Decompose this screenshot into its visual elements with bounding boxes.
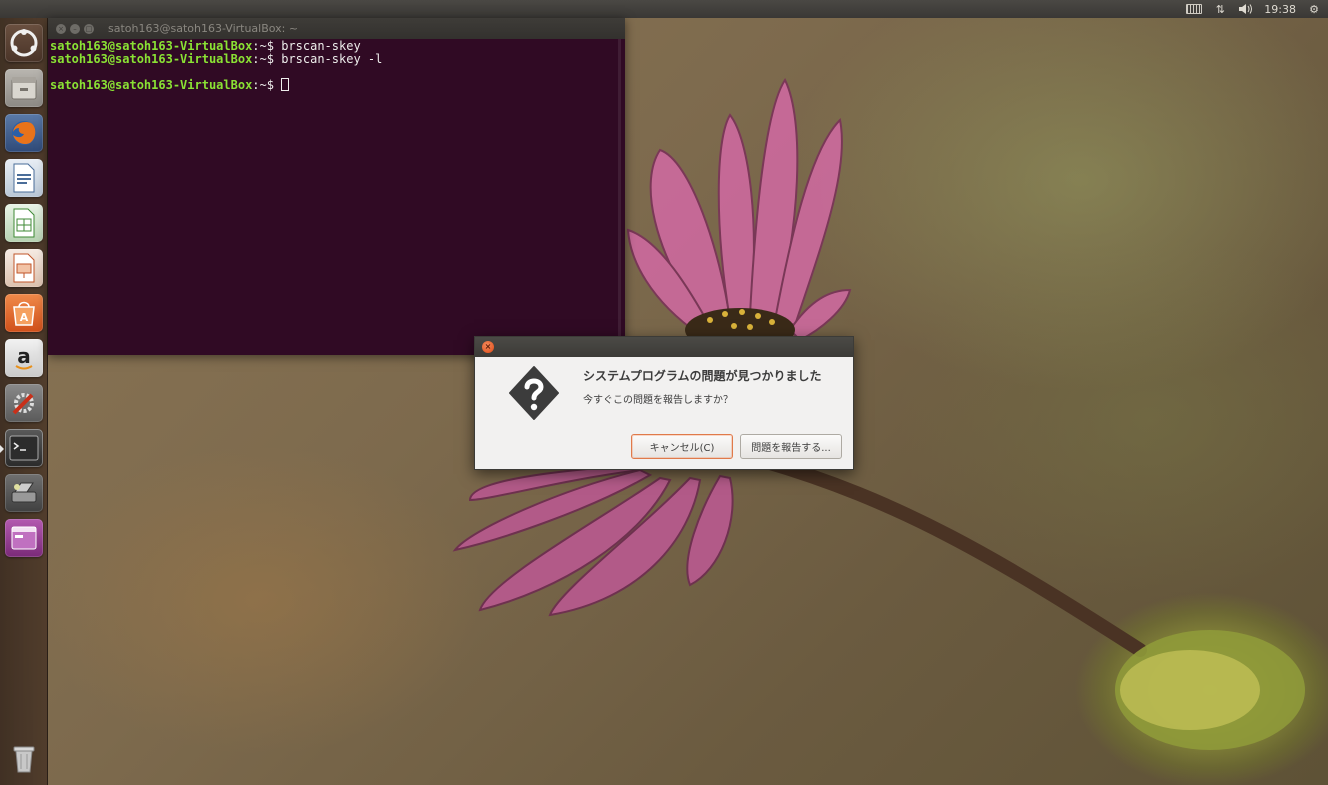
firefox-icon[interactable] bbox=[5, 114, 43, 152]
software-center-icon[interactable]: A bbox=[5, 294, 43, 332]
terminal-title: satoh163@satoh163-VirtualBox: ~ bbox=[108, 22, 299, 35]
scanner-icon[interactable] bbox=[5, 474, 43, 512]
volume-icon[interactable] bbox=[1238, 2, 1254, 16]
trash-icon[interactable] bbox=[5, 740, 43, 778]
dialog-message: 今すぐこの問題を報告しますか？ bbox=[583, 395, 733, 406]
top-panel: ⇅ 19:38 ⚙ bbox=[0, 0, 1328, 18]
question-icon bbox=[509, 366, 559, 420]
amazon-icon[interactable]: a bbox=[5, 339, 43, 377]
terminal-titlebar[interactable]: × – □ satoh163@satoh163-VirtualBox: ~ bbox=[48, 18, 625, 39]
terminal-output[interactable]: satoh163@satoh163-VirtualBox:~$ brscan-s… bbox=[48, 39, 625, 91]
svg-text:a: a bbox=[17, 344, 31, 368]
crash-report-dialog: × システムプログラムの問題が見つかりました 今すぐこの問題を報告しますか？ キ… bbox=[474, 336, 854, 470]
files-icon[interactable] bbox=[5, 69, 43, 107]
window-app-icon[interactable] bbox=[5, 519, 43, 557]
clock[interactable]: 19:38 bbox=[1264, 2, 1296, 16]
terminal-scrollbar[interactable] bbox=[618, 39, 621, 355]
dialog-titlebar[interactable]: × bbox=[475, 337, 853, 357]
cancel-button[interactable]: キャンセル(C) bbox=[631, 434, 733, 459]
system-settings-icon[interactable] bbox=[5, 384, 43, 422]
terminal-icon[interactable] bbox=[5, 429, 43, 467]
terminal-line: satoh163@satoh163-VirtualBox:~$ bbox=[50, 77, 623, 91]
svg-text:A: A bbox=[20, 311, 29, 324]
report-problem-button[interactable]: 問題を報告する... bbox=[740, 434, 842, 459]
close-icon[interactable]: × bbox=[56, 23, 66, 34]
indicator-area: ⇅ 19:38 ⚙ bbox=[1186, 0, 1322, 18]
terminal-line: satoh163@satoh163-VirtualBox:~$ brscan-s… bbox=[50, 51, 383, 66]
active-app-indicator bbox=[0, 445, 4, 453]
terminal-window[interactable]: × – □ satoh163@satoh163-VirtualBox: ~ sa… bbox=[48, 18, 625, 355]
minimize-icon[interactable]: – bbox=[70, 23, 80, 34]
launcher: A a bbox=[0, 18, 48, 785]
dialog-heading: システムプログラムの問題が見つかりました bbox=[583, 369, 822, 383]
network-icon[interactable]: ⇅ bbox=[1212, 2, 1228, 16]
terminal-cursor bbox=[281, 77, 290, 91]
power-gear-icon[interactable]: ⚙ bbox=[1306, 2, 1322, 16]
ubuntu-dash-icon[interactable] bbox=[5, 24, 43, 62]
libreoffice-impress-icon[interactable] bbox=[5, 249, 43, 287]
libreoffice-calc-icon[interactable] bbox=[5, 204, 43, 242]
keyboard-icon[interactable] bbox=[1186, 2, 1203, 16]
dialog-close-icon[interactable]: × bbox=[482, 341, 494, 353]
libreoffice-writer-icon[interactable] bbox=[5, 159, 43, 197]
maximize-icon[interactable]: □ bbox=[84, 23, 94, 34]
